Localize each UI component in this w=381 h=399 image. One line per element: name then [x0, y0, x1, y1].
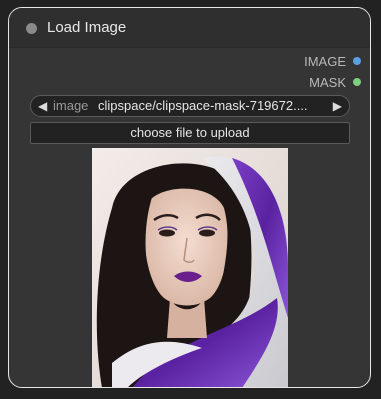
- output-mask-label: MASK: [309, 74, 346, 90]
- graph-canvas[interactable]: Load Image IMAGE MASK ◀ image clipspace/…: [0, 0, 381, 399]
- triangle-left-icon[interactable]: ◀: [38, 99, 47, 113]
- portrait-image: [92, 148, 288, 387]
- output-mask-slot-icon[interactable]: [353, 78, 361, 86]
- image-combo-value[interactable]: clipspace/clipspace-mask-719672....: [98, 99, 308, 113]
- collapse-dot-icon[interactable]: [26, 23, 37, 34]
- node-title: Load Image: [47, 19, 127, 36]
- image-combo[interactable]: ◀ image clipspace/clipspace-mask-719672.…: [30, 95, 350, 117]
- output-image-slot-icon[interactable]: [353, 57, 361, 65]
- image-preview: [92, 148, 288, 387]
- triangle-right-icon[interactable]: ▶: [333, 99, 342, 113]
- output-image[interactable]: IMAGE: [304, 53, 361, 69]
- node-header[interactable]: Load Image: [9, 8, 370, 48]
- load-image-node[interactable]: Load Image IMAGE MASK ◀ image clipspace/…: [8, 7, 371, 388]
- image-combo-label: image: [53, 98, 89, 113]
- upload-button[interactable]: choose file to upload: [30, 122, 350, 144]
- output-image-label: IMAGE: [304, 53, 346, 69]
- output-mask[interactable]: MASK: [309, 74, 361, 90]
